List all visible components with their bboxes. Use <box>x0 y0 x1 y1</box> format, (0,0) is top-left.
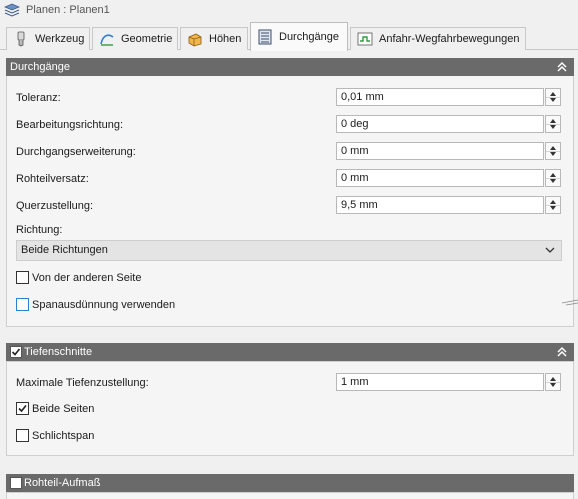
checkbox-box[interactable] <box>16 402 29 415</box>
tab-label: Durchgänge <box>279 31 339 43</box>
stepover-label: Querzustellung: <box>16 200 94 212</box>
stepover-spinner[interactable] <box>545 196 561 214</box>
tab-werkzeug[interactable]: Werkzeug <box>6 27 90 50</box>
geometry-icon <box>100 34 114 46</box>
depth-cuts-section-header[interactable]: Tiefenschnitte <box>6 343 574 361</box>
pass-extension-input[interactable]: 0 mm <box>336 142 544 160</box>
machining-direction-label: Bearbeitungsrichtung: <box>16 119 124 131</box>
section-title: Tiefenschnitte <box>24 346 93 358</box>
section-title: Rohteil-Aufmaß <box>24 477 101 489</box>
checkbox-box[interactable] <box>16 429 29 442</box>
collapse-icon[interactable] <box>556 60 568 74</box>
tab-label: Geometrie <box>121 33 173 45</box>
tab-bar: Werkzeug Geometrie Höhen Durchgänge Anfa… <box>0 22 578 51</box>
stock-offset-input[interactable]: 0 mm <box>336 169 544 187</box>
tab-durchgaenge[interactable]: Durchgänge <box>250 22 348 51</box>
direction-value: Beide Richtungen <box>21 244 108 256</box>
window-title: Planen : Planen1 <box>26 4 110 16</box>
tool-icon <box>17 31 25 47</box>
stock-allowance-section-header[interactable]: Rohteil-Aufmaß <box>6 474 574 492</box>
tab-anfahr-wegfahrbewegungen[interactable]: Anfahr-Wegfahrbewegungen <box>350 27 526 50</box>
tab-label: Werkzeug <box>35 33 85 45</box>
machining-direction-spinner[interactable] <box>545 115 561 133</box>
pass-extension-label: Durchgangserweiterung: <box>16 146 136 158</box>
machining-direction-input[interactable]: 0 deg <box>336 115 544 133</box>
chip-thinning-checkbox[interactable]: Spanausdünnung verwenden <box>16 298 175 311</box>
tolerance-spinner[interactable] <box>545 88 561 106</box>
checkbox-box[interactable] <box>16 298 29 311</box>
section-title: Durchgänge <box>10 61 70 73</box>
checkbox-label: Von der anderen Seite <box>32 271 142 284</box>
max-stepdown-input[interactable]: 1 mm <box>336 373 544 391</box>
collapse-icon[interactable] <box>556 345 568 359</box>
stock-allowance-panel <box>6 492 574 499</box>
checkmark-icon <box>11 348 21 356</box>
tab-hoehen[interactable]: Höhen <box>180 27 248 50</box>
checkbox-box[interactable] <box>16 271 29 284</box>
tab-label: Anfahr-Wegfahrbewegungen <box>379 33 520 45</box>
passes-icon <box>258 29 272 45</box>
max-stepdown-spinner[interactable] <box>545 373 561 391</box>
other-side-checkbox[interactable]: Von der anderen Seite <box>16 271 141 284</box>
passes-section-header[interactable]: Durchgänge <box>6 58 574 76</box>
direction-dropdown[interactable]: Beide Richtungen <box>16 240 562 261</box>
checkbox-label: Spanausdünnung verwenden <box>32 298 176 311</box>
stock-allowance-enable-checkbox[interactable] <box>10 477 22 489</box>
stock-offset-label: Rohteilversatz: <box>16 173 89 185</box>
pass-extension-spinner[interactable] <box>545 142 561 160</box>
checkmark-icon <box>18 404 27 413</box>
both-sides-checkbox[interactable]: Beide Seiten <box>16 402 94 415</box>
finishing-pass-checkbox[interactable]: Schlichtspan <box>16 429 94 442</box>
checkbox-label: Beide Seiten <box>32 402 95 415</box>
layers-icon <box>4 3 20 17</box>
depth-cuts-enable-checkbox[interactable] <box>10 346 22 358</box>
direction-label: Richtung: <box>16 224 63 236</box>
heights-icon <box>188 33 202 47</box>
resize-grip-icon[interactable] <box>562 297 578 307</box>
tolerance-input[interactable]: 0,01 mm <box>336 88 544 106</box>
window-titlebar: Planen : Planen1 <box>0 0 578 20</box>
tab-geometrie[interactable]: Geometrie <box>92 27 178 50</box>
tolerance-label: Toleranz: <box>16 92 61 104</box>
checkbox-label: Schlichtspan <box>32 429 95 442</box>
max-stepdown-label: Maximale Tiefenzustellung: <box>16 377 149 389</box>
chevron-down-icon <box>545 247 555 253</box>
linking-icon <box>357 32 373 46</box>
tab-label: Höhen <box>209 33 242 45</box>
stock-offset-spinner[interactable] <box>545 169 561 187</box>
stepover-input[interactable]: 9,5 mm <box>336 196 544 214</box>
